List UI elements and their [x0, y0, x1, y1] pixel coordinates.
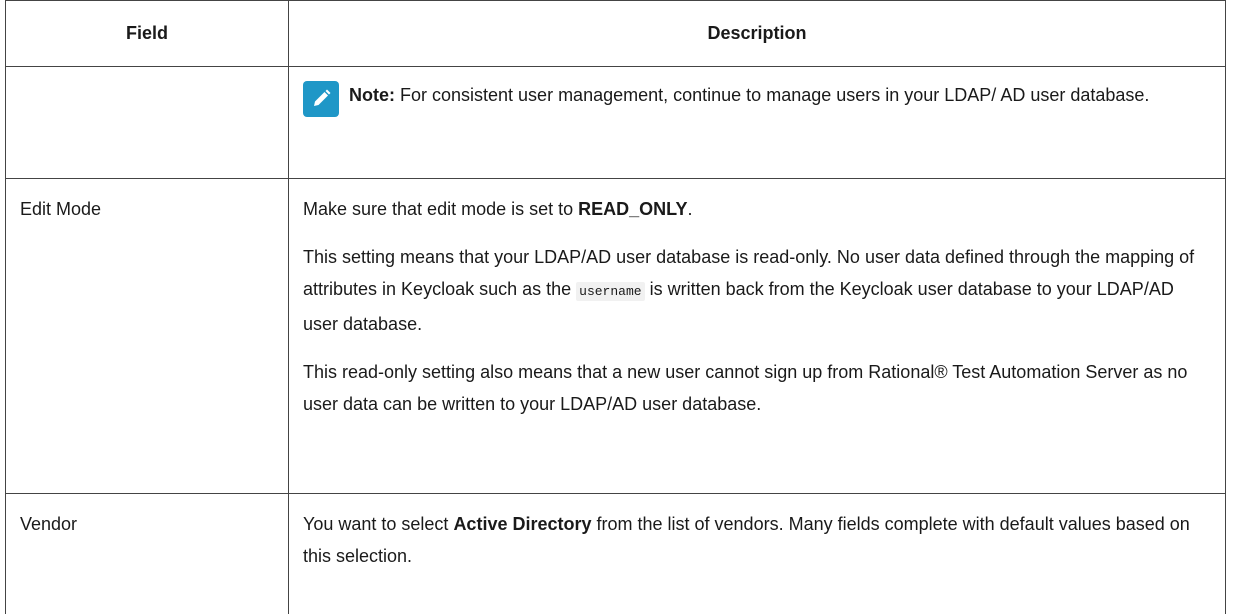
table-header-row: Field Description — [5, 0, 1226, 67]
header-field: Field — [5, 0, 289, 67]
username-code: username — [576, 282, 645, 301]
text: You want to select — [303, 514, 454, 534]
table-row: Edit Mode Make sure that edit mode is se… — [5, 178, 1226, 494]
table-row: Vendor You want to select Active Directo… — [5, 493, 1226, 614]
field-cell-edit-mode: Edit Mode — [5, 178, 289, 494]
header-description: Description — [288, 0, 1226, 67]
note-body: For consistent user management, continue… — [395, 85, 1150, 105]
edit-mode-paragraph-2: This setting means that your LDAP/AD use… — [303, 241, 1211, 340]
pencil-note-icon — [303, 81, 339, 117]
active-directory-value: Active Directory — [453, 514, 592, 534]
note-block: Note: For consistent user management, co… — [303, 67, 1211, 135]
description-cell-edit-mode: Make sure that edit mode is set to READ_… — [288, 178, 1226, 494]
table-row: Note: For consistent user management, co… — [5, 66, 1226, 179]
note-text: Note: For consistent user management, co… — [349, 79, 1211, 111]
text: Make sure that edit mode is set to — [303, 199, 579, 219]
read-only-value: READ_ONLY — [578, 199, 688, 219]
note-label: Note: — [349, 85, 395, 105]
edit-mode-paragraph-3: This read-only setting also means that a… — [303, 362, 1188, 414]
fields-table: Field Description Note: For consistent u… — [5, 0, 1226, 614]
field-cell-vendor: Vendor — [5, 493, 289, 614]
description-cell: Note: For consistent user management, co… — [288, 66, 1226, 179]
text: . — [687, 199, 693, 219]
field-cell-empty — [5, 66, 289, 179]
description-cell-vendor: You want to select Active Directory from… — [288, 493, 1226, 614]
vendor-paragraph-1: You want to select Active Directory from… — [303, 508, 1211, 572]
edit-mode-paragraph-1: Make sure that edit mode is set to READ_… — [303, 193, 1211, 225]
